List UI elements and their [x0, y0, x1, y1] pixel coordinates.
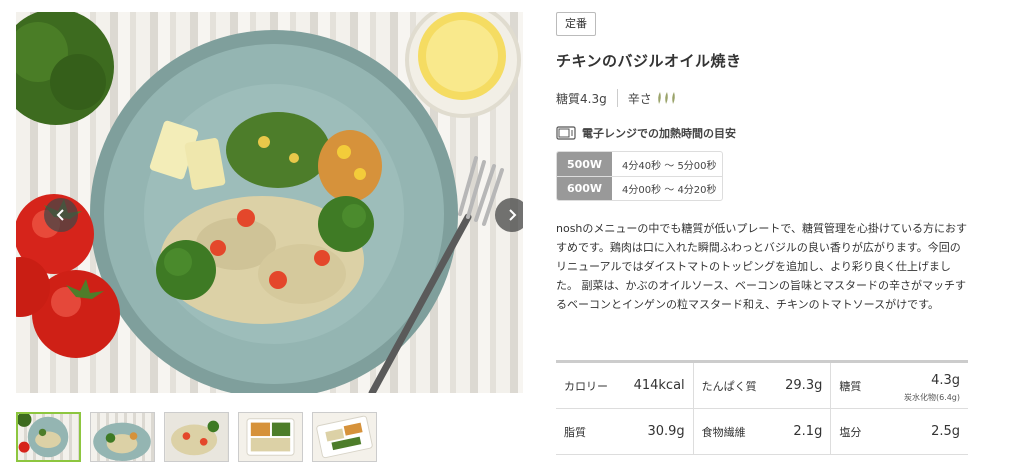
product-description: noshのメニューの中でも糖質が低いプレートで、糖質管理を心掛けている方におすす…: [556, 222, 967, 311]
nutrition-label: 糖質: [839, 379, 862, 393]
spec-line: 糖質4.3g 辛さ: [556, 89, 676, 107]
thumbnail-2[interactable]: [90, 412, 155, 462]
thumbnail-3[interactable]: [164, 412, 229, 462]
nutrition-fat: 脂質 30.9g: [556, 409, 693, 454]
nutrition-value: 414kcal: [633, 378, 685, 393]
nutrition-value: 2.5g: [931, 424, 961, 439]
microwave-time: 4分00秒 ～ 4分20秒: [622, 185, 717, 196]
nutrition-label: カロリー: [564, 379, 608, 393]
microwave-icon: [556, 126, 576, 140]
microwave-heading: 電子レンジでの加熱時間の目安: [556, 125, 736, 141]
chili-icon: [664, 92, 668, 104]
nutrition-row: 脂質 30.9g 食物繊維 2.1g 塩分 2.5g: [556, 409, 968, 455]
nutrition-calories: カロリー 414kcal: [556, 363, 693, 408]
chili-icon: [671, 92, 675, 104]
gallery-next-button[interactable]: [495, 198, 523, 232]
spec-divider: [616, 89, 618, 107]
microwave-heading-text: 電子レンジでの加熱時間の目安: [582, 127, 736, 140]
thumbnail-1[interactable]: [16, 412, 81, 462]
spice-label: 辛さ: [627, 91, 652, 106]
nutrition-row: カロリー 414kcal たんぱく質 29.3g 糖質 4.3g 炭水化物(6.…: [556, 363, 968, 409]
gallery-prev-button[interactable]: [44, 198, 78, 232]
microwave-time-table: 500W 4分40秒 ～ 5分00秒 600W 4分00秒 ～ 4分20秒: [556, 151, 723, 201]
thumbnail-strip: [16, 412, 377, 462]
nutrition-value: 30.9g: [647, 424, 685, 439]
nutrition-fiber: 食物繊維 2.1g: [692, 409, 831, 454]
nutrition-table: カロリー 414kcal たんぱく質 29.3g 糖質 4.3g 炭水化物(6.…: [556, 360, 968, 455]
microwave-row-600w: 600W 4分00秒 ～ 4分20秒: [557, 176, 722, 200]
thumbnail-4[interactable]: [238, 412, 303, 462]
nutrition-value: 2.1g: [793, 424, 823, 439]
chili-icon: [657, 92, 661, 104]
microwave-watt: 500W: [557, 152, 612, 176]
product-title: チキンのバジルオイル焼き: [556, 52, 742, 70]
nutrition-salt: 塩分 2.5g: [830, 409, 968, 454]
nutrition-value: 29.3g: [785, 378, 823, 393]
chevron-left-icon: [56, 209, 64, 221]
nutrition-label: 脂質: [564, 425, 586, 439]
spice-level: [656, 91, 676, 105]
nutrition-value: 4.3g: [931, 373, 961, 388]
thumbnail-5[interactable]: [312, 412, 377, 462]
microwave-row-500w: 500W 4分40秒 ～ 5分00秒: [557, 152, 722, 176]
nutrition-label: 食物繊維: [701, 425, 746, 439]
nutrition-carbs: 糖質 4.3g 炭水化物(6.4g): [830, 363, 968, 408]
carb-amount: 糖質4.3g: [556, 91, 607, 106]
nutrition-protein: たんぱく質 29.3g: [692, 363, 831, 408]
category-badge: 定番: [556, 12, 596, 36]
chevron-right-icon: [509, 209, 517, 221]
microwave-time: 4分40秒 ～ 5分00秒: [622, 160, 717, 172]
main-product-photo: [16, 12, 523, 393]
nutrition-label: 塩分: [839, 425, 862, 439]
microwave-watt: 600W: [557, 177, 612, 200]
nutrition-label: たんぱく質: [701, 379, 757, 393]
nutrition-subvalue: 炭水化物(6.4g): [903, 393, 961, 402]
